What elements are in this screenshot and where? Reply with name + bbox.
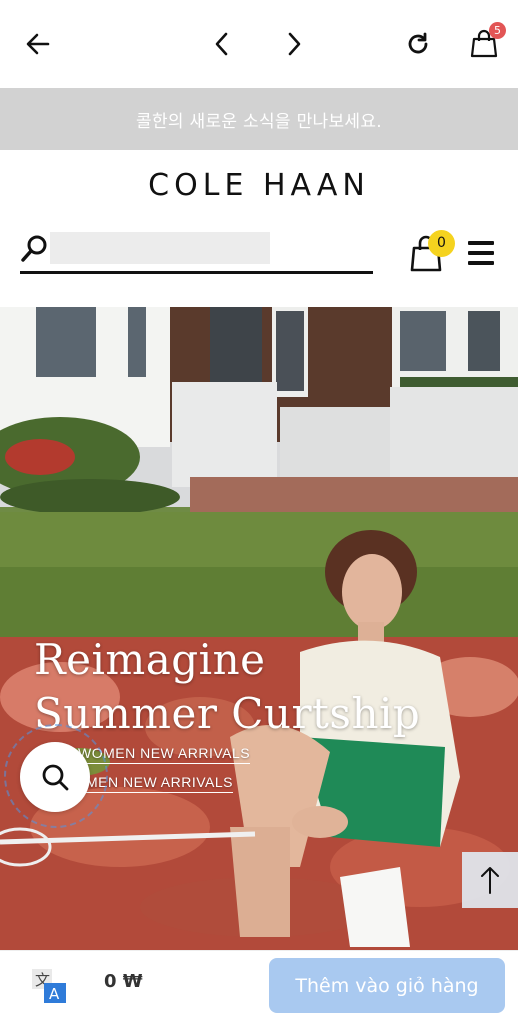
hero-title: Reimagine Summer Curtship bbox=[34, 633, 420, 741]
brand-logo[interactable]: COLE HAAN bbox=[0, 168, 518, 203]
reload-icon bbox=[408, 32, 428, 54]
hamburger-icon bbox=[468, 241, 494, 245]
hero-banner[interactable]: Reimagine Summer Curtship WOMEN NEW ARRI… bbox=[0, 307, 518, 950]
cart-button[interactable]: 0 bbox=[410, 230, 458, 274]
bag-count-badge: 5 bbox=[489, 22, 506, 39]
previous-button[interactable] bbox=[202, 24, 242, 64]
floating-search-button[interactable] bbox=[20, 742, 90, 812]
back-button[interactable] bbox=[18, 24, 58, 64]
magnifier-icon bbox=[42, 764, 69, 791]
svg-text:A: A bbox=[49, 985, 60, 1003]
notice-text: 콜한의 새로운 소식을 만나보세요. bbox=[136, 111, 382, 132]
browser-toolbar: 5 bbox=[0, 0, 518, 88]
arrow-up-icon bbox=[481, 867, 499, 894]
translate-button[interactable]: 文 A bbox=[30, 967, 68, 1005]
add-to-cart-button[interactable]: Thêm vào giỏ hàng bbox=[269, 958, 505, 1013]
arrow-left-icon bbox=[26, 33, 50, 55]
hero-title-line1: Reimagine bbox=[34, 635, 266, 684]
chevron-right-icon bbox=[288, 32, 301, 56]
chevron-left-icon bbox=[215, 32, 228, 56]
scroll-to-top-button[interactable] bbox=[462, 852, 518, 908]
bottom-bar: 文 A 0 ₩ Thêm vào giỏ hàng bbox=[0, 950, 518, 1024]
menu-button[interactable] bbox=[466, 238, 498, 268]
hamburger-line bbox=[468, 261, 494, 265]
hamburger-line bbox=[468, 251, 494, 255]
shopping-bag-button[interactable]: 5 bbox=[464, 22, 506, 64]
hero-title-line2: Summer Curtship bbox=[34, 689, 421, 738]
translate-icon: 文 A bbox=[32, 969, 66, 1003]
search-input[interactable] bbox=[50, 232, 270, 264]
search-icon[interactable] bbox=[20, 233, 50, 263]
hero-image bbox=[0, 307, 518, 950]
reload-button[interactable] bbox=[398, 24, 438, 64]
cart-count-badge: 0 bbox=[428, 230, 455, 257]
notice-banner[interactable]: 콜한의 새로운 소식을 만나보세요. bbox=[0, 88, 518, 150]
men-new-arrivals-link[interactable]: MEN NEW ARRIVALS bbox=[86, 774, 233, 793]
next-button[interactable] bbox=[274, 24, 314, 64]
price-total: 0 ₩ bbox=[104, 971, 143, 992]
search-bar bbox=[20, 229, 373, 274]
